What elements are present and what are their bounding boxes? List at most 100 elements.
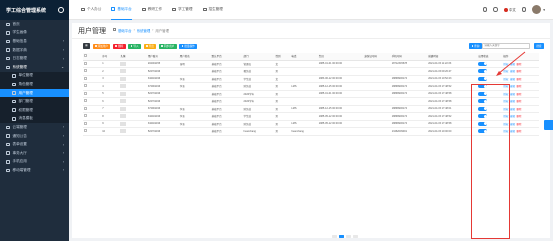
notification-icon[interactable] <box>493 7 498 12</box>
page-button[interactable] <box>353 235 358 238</box>
top-nav-item[interactable]: 基础平台 <box>111 0 132 20</box>
sidebar-item[interactable]: 基础信息 › <box>0 37 69 46</box>
row-checkbox[interactable] <box>84 84 87 88</box>
authorize-link[interactable]: 授权 <box>503 115 508 118</box>
row-checkbox[interactable] <box>84 106 87 110</box>
enable-toggle[interactable] <box>478 106 488 111</box>
authorize-link[interactable]: 授权 <box>503 100 508 103</box>
delete-link[interactable]: 删除 <box>516 123 521 126</box>
authorize-link[interactable]: 授权 <box>503 130 508 133</box>
enable-toggle[interactable] <box>478 129 488 134</box>
settings-drawer-button[interactable] <box>544 120 553 130</box>
delete-link[interactable]: 删除 <box>516 63 521 66</box>
enable-toggle[interactable] <box>478 76 488 81</box>
sidebar-item[interactable]: 通知公告 › <box>0 132 69 141</box>
delete-link[interactable]: 删除 <box>516 115 521 118</box>
sidebar-item[interactable]: 系统管理 ⌄ <box>0 63 69 72</box>
top-nav-item[interactable]: 招生管理 <box>202 0 223 20</box>
query-button[interactable]: 查询 <box>469 43 482 49</box>
enable-toggle[interactable] <box>478 114 488 119</box>
delete-link[interactable]: 删除 <box>516 93 521 96</box>
sidebar-item[interactable]: 数据字典 › <box>0 46 69 55</box>
toolbar-button[interactable]: 同步用户 <box>158 43 177 49</box>
authorize-link[interactable]: 授权 <box>503 70 508 73</box>
row-checkbox[interactable] <box>84 76 87 80</box>
edit-link[interactable]: 编辑 <box>510 63 515 66</box>
page-button[interactable] <box>332 235 337 238</box>
edit-link[interactable]: 编辑 <box>510 85 515 88</box>
search-button[interactable]: 搜索 <box>533 43 544 49</box>
top-nav-item[interactable]: 个人办公 <box>81 0 101 20</box>
delete-link[interactable]: 删除 <box>516 100 521 103</box>
delete-link[interactable]: 删除 <box>516 85 521 88</box>
sidebar-item[interactable]: 事务大厅 › <box>0 149 69 158</box>
page-button[interactable] <box>346 235 351 238</box>
search-input[interactable] <box>481 43 530 49</box>
authorize-link[interactable]: 授权 <box>503 123 508 126</box>
sidebar-item[interactable]: 消息模板 <box>0 115 69 124</box>
enable-toggle[interactable] <box>478 91 488 96</box>
top-nav-item[interactable]: 学工管理 <box>172 0 193 20</box>
breadcrumb-item[interactable]: 系统管理 <box>137 28 151 33</box>
row-checkbox[interactable] <box>84 129 87 133</box>
sidebar-item[interactable]: 表单设置 › <box>0 140 69 149</box>
enable-toggle[interactable] <box>478 61 488 66</box>
sidebar-item[interactable]: 手机应用 › <box>0 158 69 167</box>
edit-link[interactable]: 编辑 <box>510 130 515 133</box>
edit-link[interactable]: 编辑 <box>510 70 515 73</box>
top-nav-item[interactable]: 教研工作 <box>141 0 162 20</box>
row-checkbox[interactable] <box>84 69 87 73</box>
delete-link[interactable]: 删除 <box>516 130 521 133</box>
sidebar-item[interactable]: 云端管理 › <box>0 123 69 132</box>
toolbar-button[interactable]: 删除 <box>112 43 126 49</box>
toolbar-button[interactable]: 添加用户 <box>92 43 111 49</box>
sidebar-item[interactable]: 移动端管理 › <box>0 166 69 175</box>
authorize-link[interactable]: 授权 <box>503 93 508 96</box>
sidebar-item[interactable]: 学生画像 <box>0 29 69 38</box>
enable-toggle[interactable] <box>478 99 488 104</box>
user-avatar[interactable] <box>532 5 542 14</box>
enable-toggle[interactable] <box>478 69 488 74</box>
authorize-link[interactable]: 授权 <box>503 108 508 111</box>
toolbar-button[interactable]: 批量操作 <box>179 43 198 49</box>
sidebar-item[interactable]: 日志管理 › <box>0 54 69 63</box>
page-button-current[interactable] <box>339 235 344 238</box>
row-checkbox[interactable] <box>84 61 87 65</box>
sidebar-item[interactable]: 单位管理 <box>0 72 69 81</box>
fullscreen-icon[interactable] <box>482 7 488 12</box>
collapse-menu-icon[interactable] <box>58 7 64 13</box>
row-checkbox[interactable] <box>84 114 87 118</box>
select-all-checkbox[interactable] <box>84 54 87 58</box>
enable-toggle[interactable] <box>478 84 488 89</box>
toolbar-button[interactable]: 导出 <box>143 43 157 49</box>
edit-link[interactable]: 编辑 <box>510 115 515 118</box>
breadcrumb-item[interactable]: 基础平台 <box>118 28 132 33</box>
sidebar-item[interactable]: 角色管理 <box>0 80 69 89</box>
edit-link[interactable]: 编辑 <box>510 108 515 111</box>
sidebar-item[interactable]: 权限管理 <box>0 106 69 115</box>
actions-cell: 授权 编辑 删除 <box>502 120 539 128</box>
chevron-down-icon[interactable]: ▾ <box>543 8 545 12</box>
enable-toggle[interactable] <box>478 121 488 126</box>
toggle-search-button[interactable]: ▦ <box>83 43 90 49</box>
authorize-link[interactable]: 授权 <box>503 78 508 81</box>
toolbar-button[interactable]: 导入 <box>128 43 142 49</box>
language-switch[interactable]: 中文 <box>503 7 516 12</box>
row-checkbox[interactable] <box>84 121 87 125</box>
settings-icon[interactable] <box>521 7 527 12</box>
edit-link[interactable]: 编辑 <box>510 93 515 96</box>
sidebar-item[interactable]: 首页 <box>0 20 69 29</box>
delete-link[interactable]: 删除 <box>516 78 521 81</box>
authorize-link[interactable]: 授权 <box>503 85 508 88</box>
edit-link[interactable]: 编辑 <box>510 123 515 126</box>
authorize-link[interactable]: 授权 <box>503 63 508 66</box>
row-checkbox[interactable] <box>84 91 87 95</box>
home-icon[interactable] <box>113 28 116 31</box>
sidebar-item[interactable]: 部门管理 <box>0 97 69 106</box>
sidebar-item[interactable]: 用户管理 <box>0 88 69 98</box>
edit-link[interactable]: 编辑 <box>510 100 515 103</box>
edit-link[interactable]: 编辑 <box>510 78 515 81</box>
row-checkbox[interactable] <box>84 99 87 103</box>
delete-link[interactable]: 删除 <box>516 108 521 111</box>
delete-link[interactable]: 删除 <box>516 70 521 73</box>
